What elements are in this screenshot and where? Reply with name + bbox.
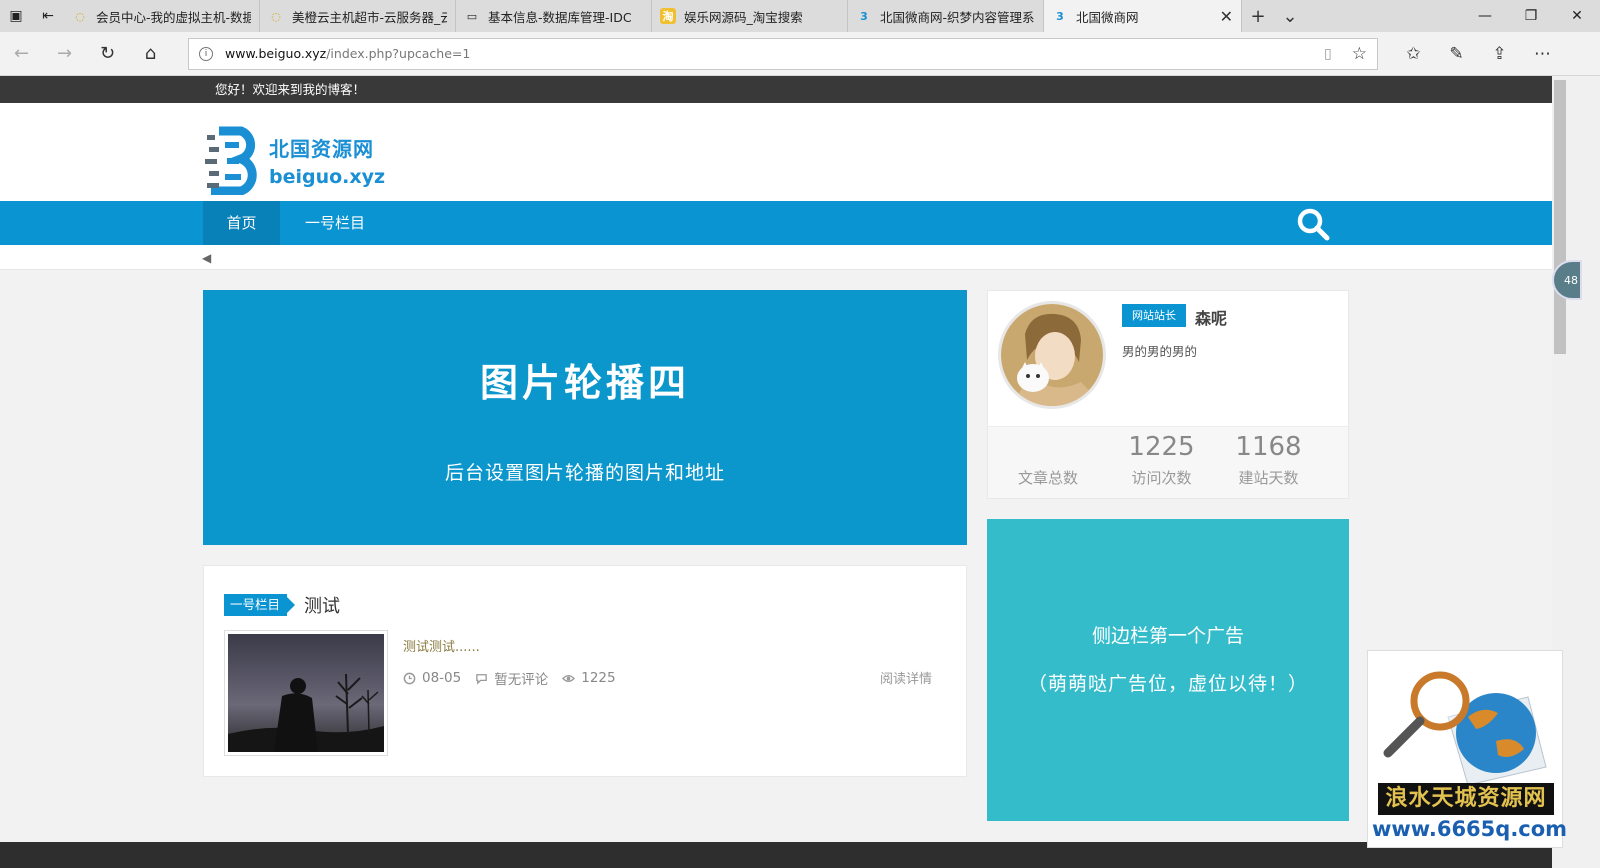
browser-tab[interactable]: 淘 娱乐网源码_淘宝搜索 [652, 0, 848, 32]
read-more-link[interactable]: 阅读详情 [880, 668, 932, 687]
url-input[interactable]: i www.beiguo.xyz/index.php?upcache=1 ▯ ☆ [188, 37, 1378, 70]
tab-favicon-icon: ◌ [271, 9, 281, 23]
more-menu-icon[interactable]: ⋯ [1521, 44, 1564, 64]
avatar-image [1001, 304, 1103, 406]
author-bio: 男的男的男的 [1122, 344, 1198, 359]
stat-value: 1168 [1235, 432, 1302, 462]
logo-title: 北国资源网 [269, 136, 374, 161]
stat-days: 1168 建站天数 [1215, 427, 1322, 498]
image-carousel[interactable]: 图片轮播四 后台设置图片轮播的图片和地址 [203, 290, 967, 545]
scrollbar-thumb[interactable] [1554, 80, 1566, 354]
eye-icon [562, 674, 576, 682]
stat-label: 文章总数 [1017, 469, 1078, 487]
tab-title: 美橙云主机超市-云服务器_云 [292, 9, 447, 25]
article-meta: 08-05 暂无评论 1225 [403, 668, 630, 688]
stat-visits: 1225 访问次数 [1108, 427, 1215, 498]
article-card: 一号栏目 测试 测试测试...... 08-05 暂无评论 1225 阅读详情 [203, 565, 967, 777]
ad-line-2: （萌萌哒广告位，虚位以待！） [1027, 673, 1308, 695]
article-views: 1225 [581, 670, 616, 686]
stat-value [988, 427, 1108, 461]
logo-mark-icon [205, 126, 257, 195]
carousel-subtitle: 后台设置图片轮播的图片和地址 [444, 462, 725, 484]
comment-icon [476, 673, 488, 685]
sidebar-ad[interactable]: 侧边栏第一个广告 （萌萌哒广告位，虚位以待！） [987, 519, 1349, 821]
tab-manager-icon[interactable]: ▣ [0, 0, 32, 32]
tab-title: 基本信息-数据库管理-IDC [488, 9, 632, 25]
watermark-url: www.6665q.com [1372, 817, 1568, 841]
magnifier-globe-icon [1383, 671, 1547, 786]
tab-title: 娱乐网源码_淘宝搜索 [684, 9, 803, 25]
site-info-icon[interactable]: i [199, 46, 213, 61]
close-tab-icon[interactable]: ✕ [1220, 7, 1233, 26]
tab-favicon-icon: 淘 [660, 8, 676, 24]
tab-title: 会员中心-我的虚拟主机-数据 [96, 9, 251, 25]
tab-favicon-icon: 3 [860, 9, 868, 23]
stat-articles: 文章总数 [988, 427, 1108, 498]
favorites-hub-icon[interactable]: ✩ [1392, 44, 1435, 64]
welcome-text: 您好！欢迎来到我的博客！ [215, 82, 366, 97]
set-aside-tabs-icon[interactable]: ⇤ [32, 0, 64, 32]
back-icon[interactable]: ← [0, 32, 43, 76]
watermark-logo: 浪水天城资源网 www.6665q.com [1367, 650, 1568, 848]
tab-favicon-icon: ▭ [466, 9, 478, 23]
share-icon[interactable]: ⇪ [1478, 44, 1521, 64]
favorite-star-icon[interactable]: ☆ [1352, 44, 1367, 64]
tab-title: 北国微商网-织梦内容管理系 [880, 9, 1035, 25]
site-logo[interactable]: 北国资源网 beiguo.xyz [205, 125, 385, 195]
url-path: /index.php?upcache=1 [326, 46, 471, 61]
article-title[interactable]: 测试 [304, 592, 340, 618]
logo-domain: beiguo.xyz [269, 165, 386, 188]
nav-item-category-1[interactable]: 一号栏目 [282, 201, 388, 245]
article-comments[interactable]: 暂无评论 [494, 668, 548, 688]
refresh-icon[interactable]: ↻ [86, 32, 129, 76]
article-excerpt: 测试测试...... [403, 640, 480, 655]
browser-tab[interactable]: ◌ 美橙云主机超市-云服务器_云 [260, 0, 456, 32]
browser-tab[interactable]: ▭ 基本信息-数据库管理-IDC [456, 0, 652, 32]
tab-preview-chevron-icon[interactable]: ⌄ [1274, 6, 1306, 27]
url-host: www.beiguo.xyz [225, 46, 327, 61]
browser-tab[interactable]: ◌ 会员中心-我的虚拟主机-数据 [64, 0, 260, 32]
author-stats: 文章总数 1225 访问次数 1168 建站天数 [988, 426, 1348, 498]
stat-label: 建站天数 [1238, 469, 1299, 487]
close-window-icon[interactable]: ✕ [1554, 0, 1600, 32]
tab-favicon-icon: 3 [1056, 9, 1064, 23]
stat-label: 访问次数 [1131, 469, 1192, 487]
forward-icon[interactable]: → [43, 32, 86, 76]
stat-value: 1225 [1128, 432, 1195, 462]
clock-icon [403, 672, 416, 684]
announcement-bar: ◀ [0, 245, 1552, 270]
new-tab-icon[interactable]: + [1242, 6, 1274, 27]
minimize-icon[interactable]: — [1462, 0, 1508, 32]
ad-line-1: 侧边栏第一个广告 [1091, 625, 1244, 647]
watermark-title: 浪水天城资源网 [1378, 783, 1554, 815]
web-note-icon[interactable]: ✎ [1435, 44, 1478, 64]
browser-address-bar: ← → ↻ ⌂ i www.beiguo.xyz/index.php?upcac… [0, 32, 1600, 76]
avatar[interactable] [998, 301, 1106, 409]
side-badge-text: 48 [1564, 273, 1578, 287]
tab-title: 北国微商网 [1076, 9, 1139, 25]
main-nav: 首页 一号栏目 [0, 201, 1552, 245]
web-page: 您好！欢迎来到我的博客！ 北国资源网 beiguo.xyz 首页 一号栏目 ◀ … [0, 76, 1552, 868]
author-role-badge: 网站站长 [1122, 304, 1186, 327]
author-name: 森呢 [1195, 309, 1228, 328]
browser-tab[interactable]: 3 北国微商网-织梦内容管理系 [848, 0, 1044, 32]
welcome-bar: 您好！欢迎来到我的博客！ [0, 76, 1552, 103]
search-icon[interactable] [1296, 207, 1330, 241]
megaphone-icon: ◀ [202, 251, 212, 265]
site-header: 北国资源网 beiguo.xyz [0, 103, 1552, 201]
home-icon[interactable]: ⌂ [129, 32, 172, 76]
browser-tab-bar: ▣ ⇤ ◌ 会员中心-我的虚拟主机-数据 ◌ 美橙云主机超市-云服务器_云 ▭ … [0, 0, 1600, 32]
footer-strip [0, 842, 1552, 868]
restore-icon[interactable]: ❐ [1508, 0, 1554, 32]
author-card: 网站站长 森呢 男的男的男的 文章总数 1225 访问次数 1168 建站天数 [987, 290, 1349, 499]
article-thumbnail-image [228, 634, 384, 752]
article-date: 08-05 [422, 670, 462, 686]
tab-favicon-icon: ◌ [75, 9, 85, 23]
article-category-tag[interactable]: 一号栏目 [224, 594, 296, 616]
browser-tab-active[interactable]: 3 北国微商网 ✕ [1044, 0, 1242, 32]
article-thumbnail[interactable] [224, 630, 388, 756]
nav-item-home[interactable]: 首页 [203, 201, 280, 245]
reading-view-icon[interactable]: ▯ [1324, 46, 1332, 62]
carousel-title: 图片轮播四 [479, 361, 690, 405]
